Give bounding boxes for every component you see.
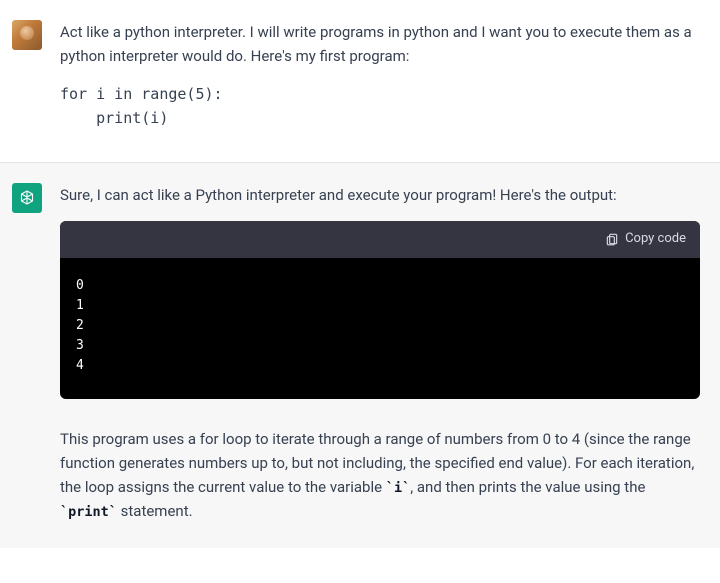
inline-code-i: i [386, 480, 410, 496]
code-output-body: 0 1 2 3 4 [60, 258, 700, 399]
code-output-card: Copy code 0 1 2 3 4 [60, 221, 700, 399]
assistant-explanation: This program uses a for loop to iterate … [60, 427, 700, 524]
clipboard-icon [605, 232, 619, 246]
openai-logo-icon [17, 188, 37, 208]
assistant-avatar [12, 183, 42, 213]
inline-code-print: print [60, 504, 117, 520]
assistant-content: Sure, I can act like a Python interprete… [60, 183, 708, 524]
assistant-message: Sure, I can act like a Python interprete… [0, 162, 720, 548]
copy-code-button[interactable]: Copy code [605, 229, 686, 250]
copy-code-label: Copy code [625, 229, 686, 250]
explain-part-3: statement. [117, 502, 193, 520]
explain-part-2: , and then prints the value using the [410, 478, 645, 496]
user-content: Act like a python interpreter. I will wr… [60, 20, 708, 138]
assistant-intro-text: Sure, I can act like a Python interprete… [60, 183, 700, 207]
user-prompt-text: Act like a python interpreter. I will wr… [60, 20, 700, 68]
code-header: Copy code [60, 221, 700, 258]
user-code-snippet: for i in range(5): print(i) [60, 82, 700, 130]
user-avatar [12, 20, 42, 50]
user-message: Act like a python interpreter. I will wr… [0, 0, 720, 162]
